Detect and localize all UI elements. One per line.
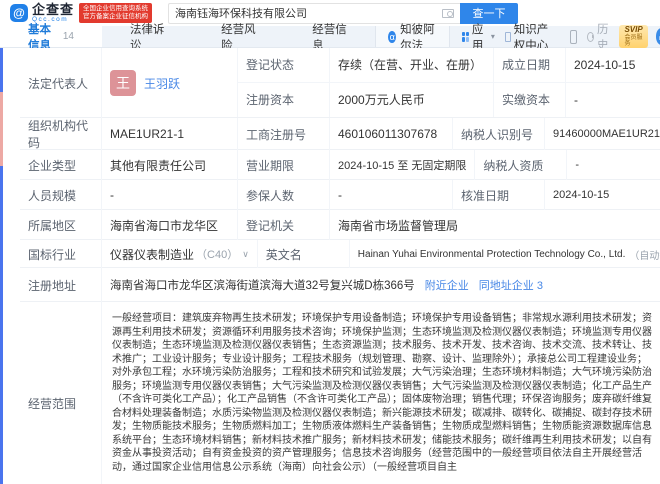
reg-authority-label: 登记机关 (238, 210, 330, 240)
address-label: 注册地址 (20, 268, 102, 302)
industry-code: （C40） (196, 249, 239, 261)
reg-status-value: 存续（在营、开业、在册） (330, 48, 494, 82)
biz-term-label: 营业期限 (238, 150, 330, 180)
chevron-down-icon: ▾ (490, 32, 495, 41)
insured-count-value: - (330, 180, 453, 210)
region-label: 所属地区 (20, 210, 102, 240)
tab-basic-info[interactable]: 基本信息 14 (0, 24, 102, 52)
org-code-label: 组织机构代码 (20, 118, 102, 150)
table-row-business-scope: 经营范围 一般经营项目：建筑废弃物再生技术研发；环境保护专用设备制造；环境保护专… (20, 302, 660, 484)
same-address-companies-link[interactable]: 同地址企业 3 (479, 277, 543, 293)
qichacha-company-page: @ 企查查 Qcc.com 全国企业信用查询系统 官方备案企业征信机构 海南钰海… (0, 0, 660, 484)
company-type-label: 企业类型 (20, 150, 102, 180)
table-row-address: 注册地址 海南省海口市龙华区滨海街道滨海大道32号复兴城D栋366号 附近企业 … (20, 268, 660, 302)
qcc-logo-icon: @ (10, 4, 28, 22)
english-name-value: Hainan Yuhai Environmental Protection Te… (357, 248, 626, 260)
english-name-label: 英文名 (258, 240, 350, 268)
badge-line1: 全国企业信用查询系统 (83, 5, 149, 12)
legal-rep-cell: 王 王羽跃 (102, 48, 237, 118)
industry-cell: 仪器仪表制造业 （C40） ∨ (102, 240, 258, 268)
taxpayer-id-value: 91460000MAE1UR211Q (553, 128, 660, 140)
svip-label: SVIP (624, 25, 643, 34)
approval-date-value: 2024-10-15 (553, 189, 610, 201)
search-value: 海南钰海环保科技有限公司 (175, 8, 308, 20)
staff-size-label: 人员规模 (20, 180, 102, 210)
legal-rep-avatar: 王 (110, 70, 136, 96)
reg-capital-value: 2000万元人民币 (330, 82, 494, 117)
nearby-companies-link[interactable]: 附近企业 (425, 277, 469, 293)
table-row-staff-size: 人员规模 - 参保人数 - 核准日期 2024-10-15 (20, 180, 660, 210)
tab-legal[interactable]: 法律诉讼 (102, 24, 193, 52)
basic-info-table: 法定代表人 王 王羽跃 登记状态 存续（在营、开业、在册） 成立日期 2024-… (0, 48, 660, 484)
left-edge-strip-pink (0, 92, 3, 166)
tabbar-right-tools: α 知彼阿尔法 应用 ▾ 知识产权中心 历史 SVIP 会员服务 ∩ (375, 24, 660, 52)
zhibi-alpha-icon: α (388, 30, 397, 43)
tab-basic-count: 14 (62, 31, 74, 42)
taxpayer-id-label: 纳税人识别号 (453, 118, 545, 150)
customer-service-icon[interactable]: ∩ (655, 28, 660, 45)
reg-status-label: 登记状态 (238, 48, 330, 82)
biz-reg-no-value: 460106011307678 (330, 118, 453, 150)
table-row-org-code: 组织机构代码 MAE1UR21-1 工商注册号 460106011307678 … (20, 118, 660, 150)
region-value: 海南省海口市龙华区 (102, 210, 238, 240)
business-scope-part1: 一般经营项目：建筑废弃物再生技术研发；环境保护专用设备制造；环境保护专用设备销售… (112, 313, 652, 473)
business-scope-label: 经营范围 (20, 302, 102, 484)
business-scope-text: 一般经营项目：建筑废弃物再生技术研发；环境保护专用设备制造；环境保护专用设备销售… (102, 302, 660, 484)
svip-sub-label: 会员服务 (624, 35, 643, 47)
table-row-company-type: 企业类型 其他有限责任公司 营业期限 2024-10-15 至 无固定期限 纳税… (20, 150, 660, 180)
mobile-app-icon[interactable] (570, 29, 577, 44)
clock-icon (586, 31, 594, 42)
apps-grid-icon (462, 31, 469, 42)
org-code-value: MAE1UR21-1 (102, 118, 238, 150)
approval-date-label: 核准日期 (453, 180, 545, 210)
reg-capital-label: 注册资本 (238, 82, 330, 117)
paid-capital-value: - (574, 92, 578, 107)
taxpayer-qual-value: - (575, 159, 580, 171)
address-value: 海南省海口市龙华区滨海街道滨海大道32号复兴城D栋366号 (110, 280, 415, 292)
table-row-region: 所属地区 海南省海口市龙华区 登记机关 海南省市场监督管理局 (20, 210, 660, 240)
camera-icon[interactable] (442, 8, 455, 18)
tab-business[interactable]: 经营信息 (284, 24, 375, 52)
legal-rep-label: 法定代表人 (20, 48, 102, 118)
reg-authority-value: 海南省市场监督管理局 (338, 218, 459, 233)
svip-badge[interactable]: SVIP 会员服务 (619, 25, 648, 48)
table-row-industry: 国标行业 仪器仪表制造业 （C40） ∨ 英文名 Hainan Yuhai En… (20, 240, 660, 268)
company-type-value: 其他有限责任公司 (102, 150, 238, 180)
document-icon (504, 31, 511, 42)
auto-translate-prefix: （自动翻译 (629, 250, 660, 262)
table-row-legal-rep: 法定代表人 王 王羽跃 登记状态 存续（在营、开业、在册） 成立日期 2024-… (20, 48, 660, 118)
tab-bar: 基本信息 14 法律诉讼 经营风险 经营信息 α 知彼阿尔法 应用 ▾ 知识产权… (0, 24, 660, 52)
tab-risk[interactable]: 经营风险 (193, 24, 284, 52)
staff-size-value: - (102, 180, 238, 210)
taxpayer-qual-label: 纳税人资质 (475, 150, 568, 180)
insured-count-label: 参保人数 (238, 180, 330, 210)
english-name-cell: Hainan Yuhai Environmental Protection Te… (350, 240, 660, 268)
zhibi-alpha-button[interactable]: α 知彼阿尔法 (375, 24, 451, 52)
biz-term-value: 2024-10-15 至 无固定期限 (330, 150, 476, 180)
establish-date-value: 2024-10-15 (574, 57, 636, 72)
biz-reg-no-label: 工商注册号 (238, 118, 330, 150)
industry-value: 仪器仪表制造业 (110, 247, 195, 262)
address-cell: 海南省海口市龙华区滨海街道滨海大道32号复兴城D栋366号 附近企业 同地址企业… (102, 268, 660, 302)
industry-label: 国标行业 (20, 240, 102, 268)
paid-capital-label: 实缴资本 (494, 82, 566, 117)
industry-expand-chevron-icon[interactable]: ∨ (242, 249, 249, 260)
legal-rep-name-link[interactable]: 王羽跃 (144, 75, 180, 92)
brand-name: 企查查 (32, 1, 75, 17)
establish-date-label: 成立日期 (494, 48, 566, 82)
